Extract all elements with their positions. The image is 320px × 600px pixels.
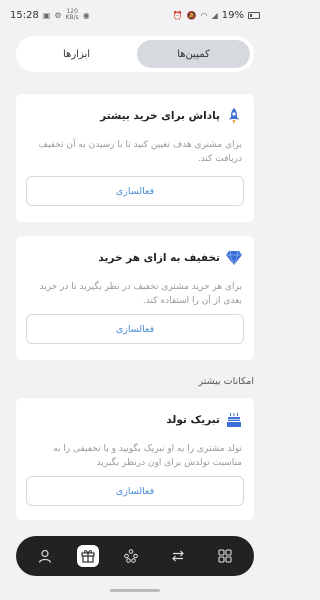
card-title: تبریک تولد <box>166 414 220 426</box>
home-indicator[interactable] <box>110 589 160 592</box>
card-description: برای مشتری هدف تعیین کنید تا با رسیدن به… <box>38 140 242 164</box>
activate-button[interactable]: فعالسازی <box>26 476 244 506</box>
network-speed: 120 KB/s <box>66 9 79 21</box>
vpn-icon: ◉ <box>82 10 90 20</box>
card-title: تخفیف به ازای هر خرید <box>98 252 220 264</box>
wifi-icon: ◠ <box>200 10 208 20</box>
activate-button[interactable]: فعالسازی <box>26 176 244 206</box>
card-title: پاداش برای خرید بیشتر <box>100 110 220 122</box>
tab-switcher: کمپین‌ها ابزارها <box>16 36 254 72</box>
diamond-icon <box>226 250 242 266</box>
nav-transfer[interactable] <box>163 541 193 571</box>
tab-tools[interactable]: ابزارها <box>20 40 133 68</box>
card-description: برای هر خرید مشتری تخفیف در نظر بگیرید ت… <box>39 282 242 306</box>
nav-profile[interactable] <box>30 541 60 571</box>
battery-percent: 19% <box>221 9 244 21</box>
alarm-icon: ⏰ <box>172 10 183 20</box>
campaign-card-birthday: تبریک تولد تولد مشتری را به او تبریک بگو… <box>16 398 254 520</box>
campaign-card-discount: تخفیف به ازای هر خرید برای هر خرید مشتری… <box>16 236 254 360</box>
tab-campaigns[interactable]: کمپین‌ها <box>137 40 250 68</box>
nav-network[interactable] <box>116 541 146 571</box>
battery-icon <box>248 11 260 19</box>
signal-icon: ◢ <box>211 10 218 20</box>
status-left: 15:28 ▣ ⚙ 120 KB/s ◉ <box>10 9 90 21</box>
rocket-icon <box>226 108 242 124</box>
cake-icon <box>226 412 242 428</box>
card-header: پاداش برای خرید بیشتر <box>28 108 242 124</box>
mute-icon: 🔕 <box>186 10 197 20</box>
grid-icon <box>218 549 232 563</box>
bottom-navigation <box>16 536 254 576</box>
profile-icon <box>39 549 52 563</box>
nodes-icon <box>124 549 138 563</box>
status-right: ⏰ 🔕 ◠ ◢ 19% <box>173 10 260 21</box>
section-label-more-features: امکانات بیشتر <box>198 376 254 387</box>
status-bar: 15:28 ▣ ⚙ 120 KB/s ◉ ⏰ 🔕 ◠ ◢ 19% <box>0 0 270 30</box>
card-description: تولد مشتری را به او تبریک بگویید و با تخ… <box>53 444 242 468</box>
campaign-card-reward: پاداش برای خرید بیشتر برای مشتری هدف تعی… <box>16 94 254 222</box>
gift-icon <box>81 550 95 563</box>
status-time: 15:28 <box>10 9 39 21</box>
activate-button[interactable]: فعالسازی <box>26 314 244 344</box>
notification-icon: ▣ <box>42 10 51 20</box>
card-header: تبریک تولد <box>28 412 242 428</box>
card-header: تخفیف به ازای هر خرید <box>28 250 242 266</box>
nav-dashboard[interactable] <box>210 541 240 571</box>
settings-icon: ⚙ <box>54 10 62 20</box>
transfer-icon <box>171 550 184 562</box>
nav-gift[interactable] <box>77 545 100 567</box>
network-speed-unit: KB/s <box>65 14 79 21</box>
